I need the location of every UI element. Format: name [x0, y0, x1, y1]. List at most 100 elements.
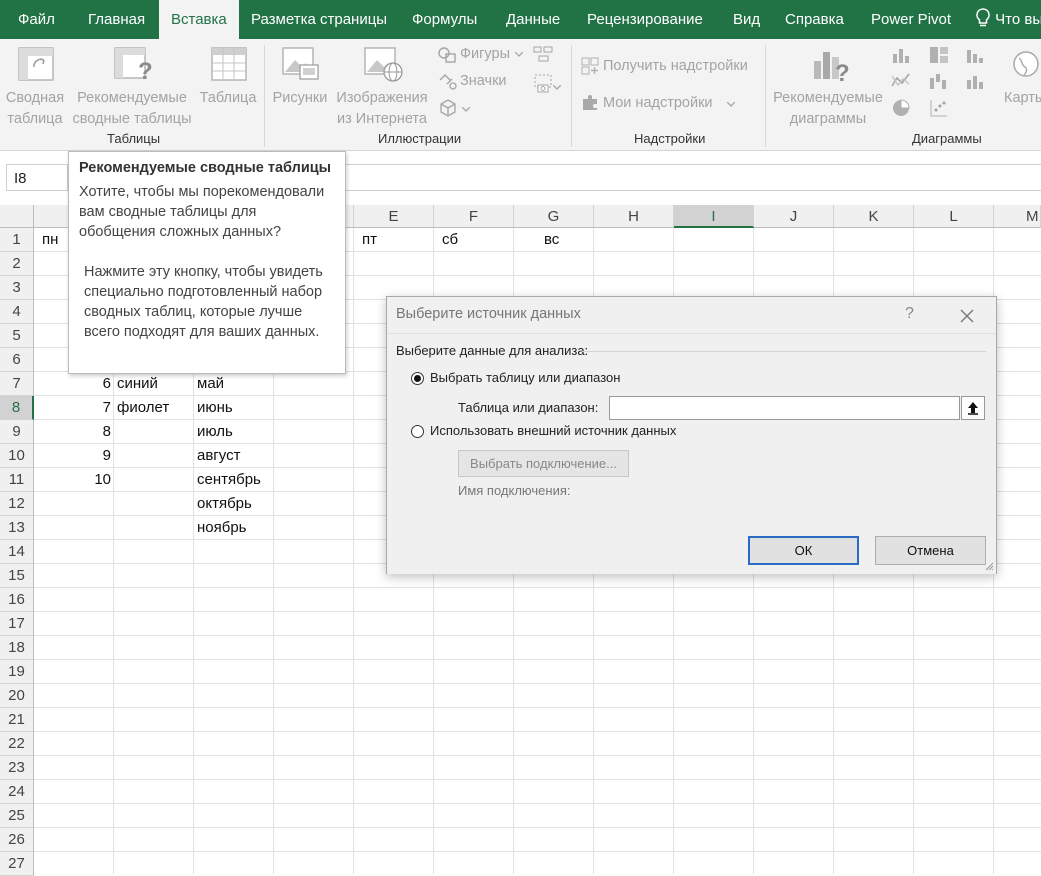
row-header[interactable]: 8 [0, 396, 34, 420]
dialog-body: Выберите данные для анализа: Выбрать таб… [387, 333, 996, 574]
row-header[interactable]: 17 [0, 612, 34, 636]
row-header[interactable]: 10 [0, 444, 34, 468]
row-header[interactable]: 24 [0, 780, 34, 804]
cell-a9[interactable]: 8 [34, 420, 111, 444]
cancel-button[interactable]: Отмена [875, 536, 986, 565]
cell-g1[interactable]: вс [544, 228, 559, 252]
choose-connection-button[interactable]: Выбрать подключение... [458, 450, 629, 477]
cell-c10[interactable]: август [197, 444, 240, 468]
tab-formulas[interactable]: Формулы [412, 0, 477, 39]
ok-button[interactable]: ОК [748, 536, 859, 565]
column-header-m[interactable]: M [994, 205, 1041, 228]
row-header[interactable]: 27 [0, 852, 34, 876]
row-header[interactable]: 5 [0, 324, 34, 348]
option-table-label[interactable]: Выбрать таблицу или диапазон [430, 370, 620, 385]
tooltip-text-question: Хотите, чтобы мы порекомендовали вам сво… [79, 184, 325, 240]
tab-help[interactable]: Справка [785, 0, 844, 39]
cell-c12[interactable]: октябрь [197, 492, 252, 516]
cell-c13[interactable]: ноябрь [197, 516, 247, 540]
choose-data-source-dialog: Выберите источник данных ? Выберите данн… [386, 296, 997, 574]
row-header[interactable]: 13 [0, 516, 34, 540]
group-tables-label: Таблицы [107, 131, 161, 146]
tab-data[interactable]: Данные [506, 0, 560, 39]
radio-external-source[interactable] [411, 425, 424, 438]
row-header[interactable]: 26 [0, 828, 34, 852]
row-header[interactable]: 14 [0, 540, 34, 564]
chevron-down-icon [727, 102, 735, 107]
tell-me-search[interactable]: Что вы [975, 0, 1041, 39]
column-header-f[interactable]: F [434, 205, 514, 228]
cell-a11[interactable]: 10 [34, 468, 111, 492]
row-header[interactable]: 9 [0, 420, 34, 444]
cell-a10[interactable]: 9 [34, 444, 111, 468]
row-header[interactable]: 12 [0, 492, 34, 516]
cell-f1[interactable]: сб [442, 228, 458, 252]
statistic-chart-icon [967, 50, 983, 63]
resize-grip-icon[interactable] [984, 561, 994, 571]
row-header[interactable]: 6 [0, 348, 34, 372]
tab-file[interactable]: Файл [18, 0, 55, 39]
my-addins-label: Мои надстройки [603, 95, 713, 111]
cell-c8[interactable]: июнь [197, 396, 233, 420]
pivot-table-icon [18, 47, 54, 81]
cell-b7[interactable]: синий [117, 372, 158, 396]
column-header-e[interactable]: E [354, 205, 434, 228]
formula-input[interactable] [345, 164, 1041, 191]
row-header[interactable]: 7 [0, 372, 34, 396]
section-label: Выберите данные для анализа: [396, 343, 589, 358]
column-header-g[interactable]: G [514, 205, 594, 228]
row-header[interactable]: 3 [0, 276, 34, 300]
screenshot-icon [534, 74, 552, 93]
row-header[interactable]: 2 [0, 252, 34, 276]
column-header-k[interactable]: K [834, 205, 914, 228]
column-header-i[interactable]: I [674, 205, 754, 228]
cell-c7[interactable]: май [197, 372, 224, 396]
column-header-l[interactable]: L [914, 205, 994, 228]
connection-name-label: Имя подключения: [458, 483, 571, 498]
pie-chart-icon [893, 99, 910, 116]
row-header[interactable]: 18 [0, 636, 34, 660]
cell-e1[interactable]: пт [362, 228, 377, 252]
tab-insert[interactable]: Вставка [159, 0, 239, 39]
tab-review[interactable]: Рецензирование [587, 0, 703, 39]
row-header[interactable]: 19 [0, 660, 34, 684]
svg-text:?: ? [138, 58, 153, 83]
cell-a7[interactable]: 6 [34, 372, 111, 396]
pivot-table-label: Сводная таблица [5, 90, 65, 127]
row-header[interactable]: 15 [0, 564, 34, 588]
row-header[interactable]: 25 [0, 804, 34, 828]
row-header[interactable]: 22 [0, 732, 34, 756]
range-input[interactable] [609, 396, 960, 420]
pictures-label: Рисунки [272, 90, 328, 106]
cell-b8[interactable]: фиолет [117, 396, 169, 420]
close-button[interactable] [959, 302, 975, 330]
help-button[interactable]: ? [905, 305, 914, 323]
column-header-j[interactable]: J [754, 205, 834, 228]
tab-page-layout[interactable]: Разметка страницы [251, 0, 387, 39]
tab-view[interactable]: Вид [733, 0, 760, 39]
store-plus-icon [581, 57, 599, 75]
row-header[interactable]: 4 [0, 300, 34, 324]
icons-icon [439, 74, 457, 90]
row-header[interactable]: 20 [0, 684, 34, 708]
row-header[interactable]: 1 [0, 228, 34, 252]
row-header[interactable]: 21 [0, 708, 34, 732]
tab-home[interactable]: Главная [88, 0, 145, 39]
select-all-corner[interactable] [0, 205, 34, 228]
column-header-h[interactable]: H [594, 205, 674, 228]
picture-icon [282, 47, 319, 80]
radio-select-table[interactable] [411, 372, 424, 385]
row-header[interactable]: 11 [0, 468, 34, 492]
tab-power-pivot[interactable]: Power Pivot [871, 0, 951, 39]
collapse-range-button[interactable] [961, 396, 985, 420]
cell-c11[interactable]: сентябрь [197, 468, 261, 492]
tooltip-title: Рекомендуемые сводные таблицы [79, 160, 332, 176]
name-box[interactable]: I8 [6, 164, 68, 191]
cell-a8[interactable]: 7 [34, 396, 111, 420]
option-external-label[interactable]: Использовать внешний источник данных [430, 423, 676, 438]
cell-c9[interactable]: июль [197, 420, 233, 444]
row-header[interactable]: 16 [0, 588, 34, 612]
cell-a1[interactable]: пн [42, 228, 58, 252]
group-charts-label: Диаграммы [912, 131, 982, 146]
row-header[interactable]: 23 [0, 756, 34, 780]
